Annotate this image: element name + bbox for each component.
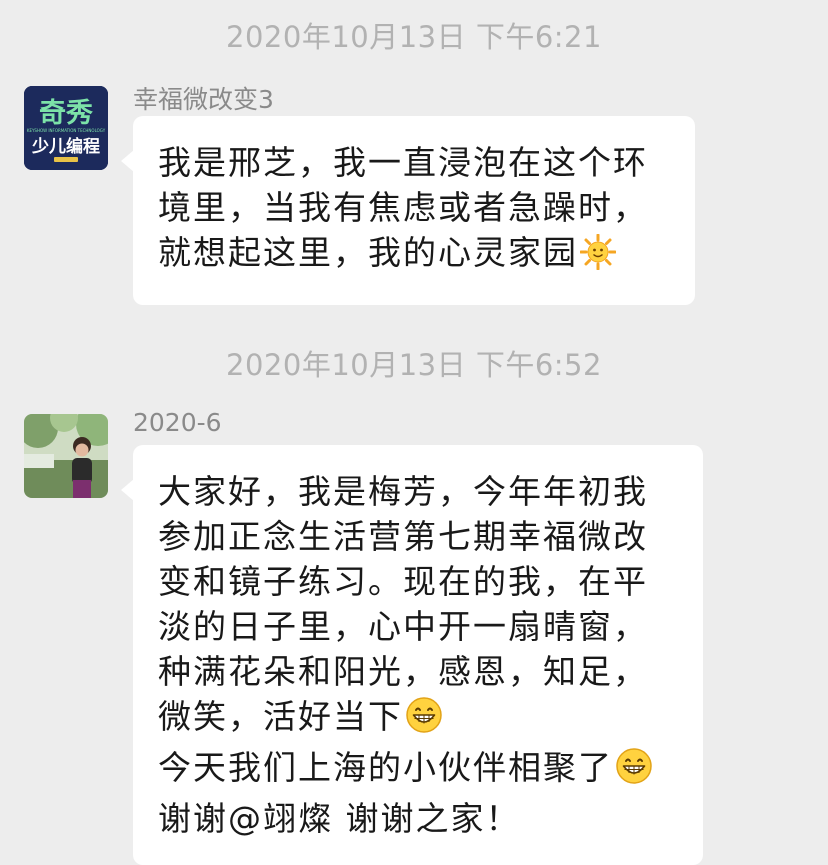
- logo-title: 奇秀: [39, 98, 93, 129]
- logo-subtitle: KEYSHOW INFORMATION TECHNOLOGY: [27, 128, 106, 133]
- sender-name: 幸福微改变3: [133, 85, 274, 114]
- grinning-face-emoji-icon: [615, 747, 653, 796]
- message-line: 淡的日子里，心中开一扇晴窗，: [158, 607, 648, 646]
- bubble-tail: [121, 479, 134, 501]
- person-photo-icon: [24, 414, 108, 498]
- message-text: 今天我们上海的小伙伴相聚了: [158, 748, 613, 787]
- message-text: 就想起这里，我的心灵家园: [158, 233, 578, 272]
- grinning-face-emoji-icon: [405, 696, 443, 745]
- message-bubble[interactable]: 我是邢芝，我一直浸泡在这个环 境里，当我有焦虑或者急躁时， 就想起这里，我的心灵…: [121, 116, 695, 305]
- message-timestamp: 2020年10月13日 下午6:52: [226, 348, 602, 382]
- message-line: 我是邢芝，我一直浸泡在这个环: [158, 143, 648, 182]
- kids-coding-logo-icon: 奇秀 KEYSHOW INFORMATION TECHNOLOGY 少儿编程: [24, 86, 108, 170]
- message-line-with-emoji: 微笑，活好当下: [158, 694, 679, 745]
- message-text: 微笑，活好当下: [158, 697, 403, 736]
- message-line-with-emoji: 今天我们上海的小伙伴相聚了: [158, 745, 679, 796]
- message-line: 种满花朵和阳光，感恩，知足，: [158, 652, 648, 691]
- avatar[interactable]: 奇秀 KEYSHOW INFORMATION TECHNOLOGY 少儿编程: [24, 86, 108, 170]
- message-line-with-emoji: 就想起这里，我的心灵家园: [158, 230, 671, 281]
- sun-with-face-emoji-icon: [579, 233, 617, 281]
- sender-name: 2020-6: [133, 408, 222, 437]
- avatar[interactable]: [24, 414, 108, 498]
- bubble-tail: [121, 150, 134, 172]
- message-line: 谢谢@翊燦 谢谢之家！: [158, 799, 521, 838]
- message-line: 境里，当我有焦虑或者急躁时，: [158, 188, 648, 227]
- message-line: 参加正念生活营第七期幸福微改: [158, 517, 648, 556]
- message-line: 大家好，我是梅芳，今年年初我: [158, 472, 648, 511]
- message-timestamp: 2020年10月13日 下午6:21: [226, 20, 602, 54]
- message-bubble[interactable]: 大家好，我是梅芳，今年年初我 参加正念生活营第七期幸福微改 变和镜子练习。现在的…: [121, 445, 703, 865]
- logo-caption: 少儿编程: [31, 136, 100, 157]
- message-line: 变和镜子练习。现在的我，在平: [158, 562, 648, 601]
